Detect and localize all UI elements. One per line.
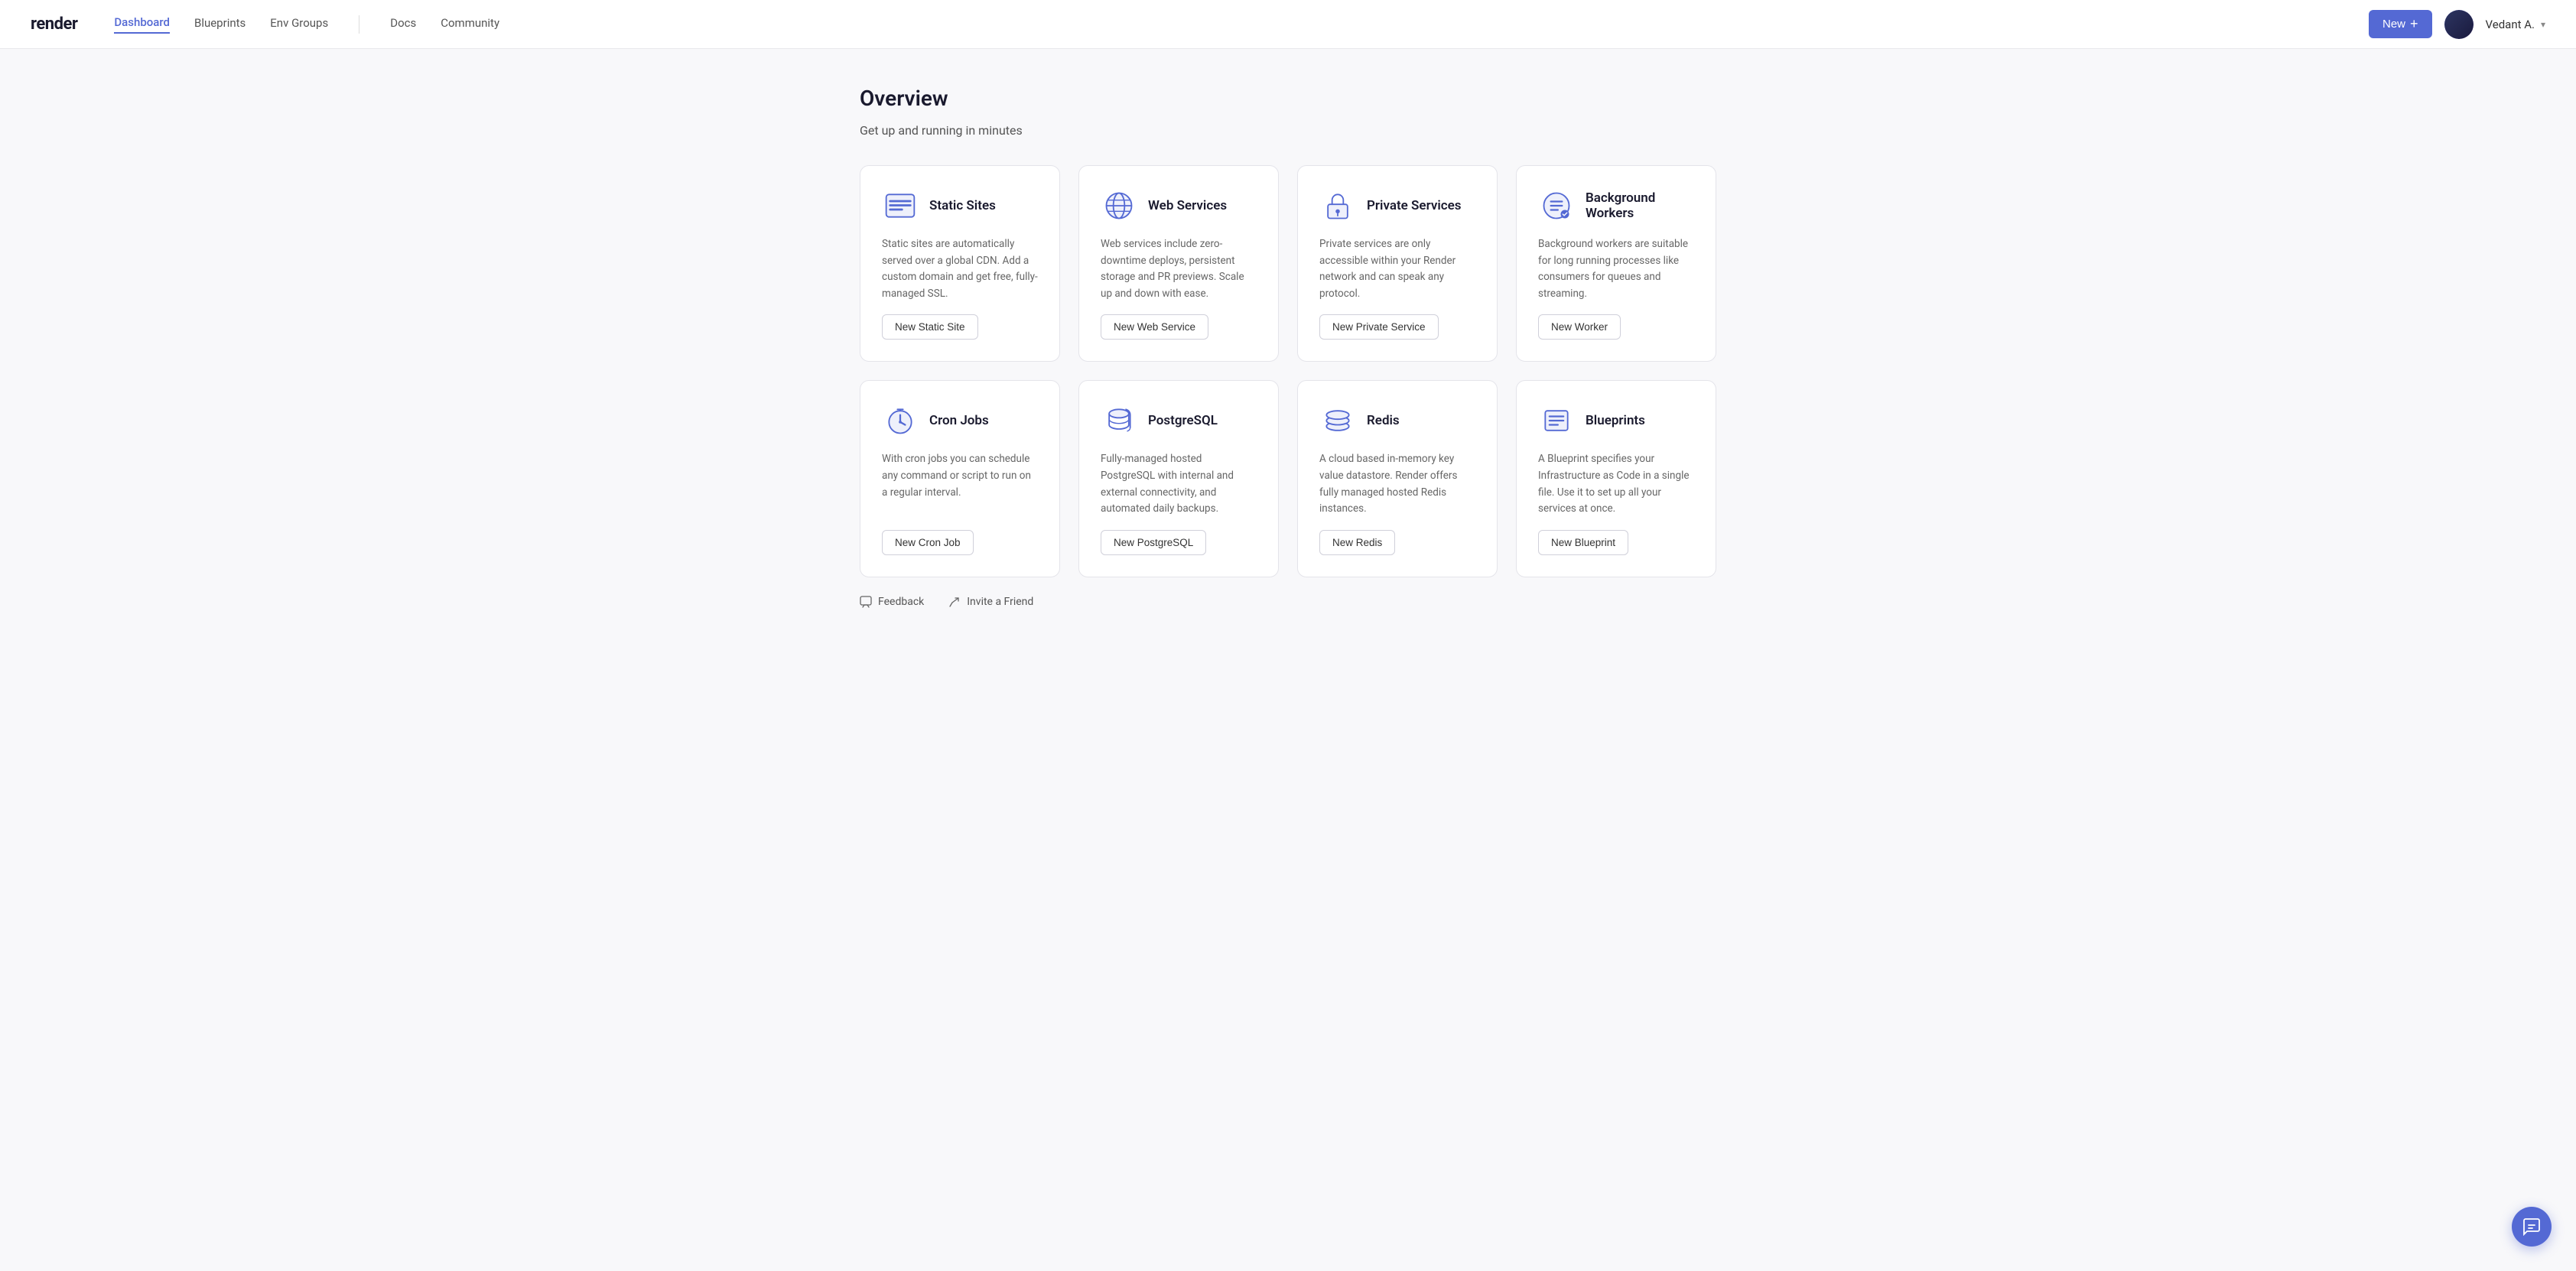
nav-env-groups[interactable]: Env Groups	[270, 16, 328, 33]
blueprints-icon	[1538, 402, 1575, 439]
web-services-icon	[1101, 187, 1137, 224]
card-redis: Redis A cloud based in-memory key value …	[1297, 380, 1498, 577]
main-content: Overview Get up and running in minutes S…	[829, 49, 1747, 669]
card-web-services-desc: Web services include zero-downtime deplo…	[1101, 236, 1257, 302]
card-redis-header: Redis	[1319, 402, 1475, 439]
postgresql-icon	[1101, 402, 1137, 439]
card-background-workers: Background Workers Background workers ar…	[1516, 165, 1716, 362]
card-private-services-title: Private Services	[1367, 198, 1462, 213]
chat-bubble[interactable]	[2512, 1207, 2552, 1247]
page-footer: Feedback Invite a Friend	[860, 596, 1716, 608]
page-title: Overview	[860, 86, 1716, 111]
new-blueprint-button[interactable]: New Blueprint	[1538, 530, 1628, 555]
card-background-workers-header: Background Workers	[1538, 187, 1694, 224]
plus-icon: +	[2410, 16, 2418, 32]
feedback-icon	[860, 596, 872, 608]
user-menu[interactable]: Vedant A. ▾	[2486, 18, 2545, 31]
cards-row-2: Cron Jobs With cron jobs you can schedul…	[860, 380, 1716, 577]
card-postgresql-title: PostgreSQL	[1148, 413, 1218, 428]
new-worker-button[interactable]: New Worker	[1538, 314, 1621, 340]
card-private-services-desc: Private services are only accessible wit…	[1319, 236, 1475, 302]
avatar-image	[2444, 10, 2474, 39]
navbar: render Dashboard Blueprints Env Groups D…	[0, 0, 2576, 49]
card-background-workers-desc: Background workers are suitable for long…	[1538, 236, 1694, 302]
nav-docs[interactable]: Docs	[390, 16, 416, 33]
card-postgresql-header: PostgreSQL	[1101, 402, 1257, 439]
user-name: Vedant A.	[2486, 18, 2535, 31]
background-workers-icon	[1538, 187, 1575, 224]
nav-community[interactable]: Community	[441, 16, 499, 33]
card-blueprints-desc: A Blueprint specifies your Infrastructur…	[1538, 451, 1694, 517]
card-static-sites: Static Sites Static sites are automatica…	[860, 165, 1060, 362]
card-cron-jobs-desc: With cron jobs you can schedule any comm…	[882, 451, 1038, 517]
static-sites-icon	[882, 187, 919, 224]
new-private-service-button[interactable]: New Private Service	[1319, 314, 1439, 340]
logo: render	[31, 15, 77, 34]
card-cron-jobs-header: Cron Jobs	[882, 402, 1038, 439]
card-postgresql-desc: Fully-managed hosted PostgreSQL with int…	[1101, 451, 1257, 517]
private-services-icon	[1319, 187, 1356, 224]
page-subtitle: Get up and running in minutes	[860, 123, 1716, 138]
avatar	[2444, 10, 2474, 39]
card-static-sites-desc: Static sites are automatically served ov…	[882, 236, 1038, 302]
new-static-site-button[interactable]: New Static Site	[882, 314, 978, 340]
card-static-sites-title: Static Sites	[929, 198, 996, 213]
chevron-down-icon: ▾	[2541, 19, 2545, 30]
feedback-link[interactable]: Feedback	[860, 596, 924, 608]
card-redis-desc: A cloud based in-memory key value datast…	[1319, 451, 1475, 517]
card-blueprints-title: Blueprints	[1586, 413, 1645, 428]
redis-icon	[1319, 402, 1356, 439]
cron-jobs-icon	[882, 402, 919, 439]
new-postgresql-button[interactable]: New PostgreSQL	[1101, 530, 1206, 555]
card-web-services: Web Services Web services include zero-d…	[1078, 165, 1279, 362]
card-web-services-title: Web Services	[1148, 198, 1227, 213]
new-redis-button[interactable]: New Redis	[1319, 530, 1395, 555]
card-blueprints: Blueprints A Blueprint specifies your In…	[1516, 380, 1716, 577]
invite-friend-link[interactable]: Invite a Friend	[948, 596, 1033, 608]
card-cron-jobs: Cron Jobs With cron jobs you can schedul…	[860, 380, 1060, 577]
new-button[interactable]: New +	[2369, 10, 2432, 38]
card-private-services: Private Services Private services are on…	[1297, 165, 1498, 362]
cards-row-1: Static Sites Static sites are automatica…	[860, 165, 1716, 362]
card-redis-title: Redis	[1367, 413, 1400, 428]
card-postgresql: PostgreSQL Fully-managed hosted PostgreS…	[1078, 380, 1279, 577]
new-web-service-button[interactable]: New Web Service	[1101, 314, 1208, 340]
card-static-sites-header: Static Sites	[882, 187, 1038, 224]
chat-icon	[2522, 1217, 2541, 1236]
nav-blueprints[interactable]: Blueprints	[194, 16, 246, 33]
card-private-services-header: Private Services	[1319, 187, 1475, 224]
new-cron-job-button[interactable]: New Cron Job	[882, 530, 974, 555]
nav-dashboard[interactable]: Dashboard	[114, 15, 170, 34]
nav-links: Dashboard Blueprints Env Groups Docs Com…	[114, 15, 2369, 34]
card-web-services-header: Web Services	[1101, 187, 1257, 224]
card-blueprints-header: Blueprints	[1538, 402, 1694, 439]
nav-right: New + Vedant A. ▾	[2369, 10, 2545, 39]
card-cron-jobs-title: Cron Jobs	[929, 413, 989, 428]
card-background-workers-title: Background Workers	[1586, 190, 1694, 221]
invite-icon	[948, 596, 961, 608]
